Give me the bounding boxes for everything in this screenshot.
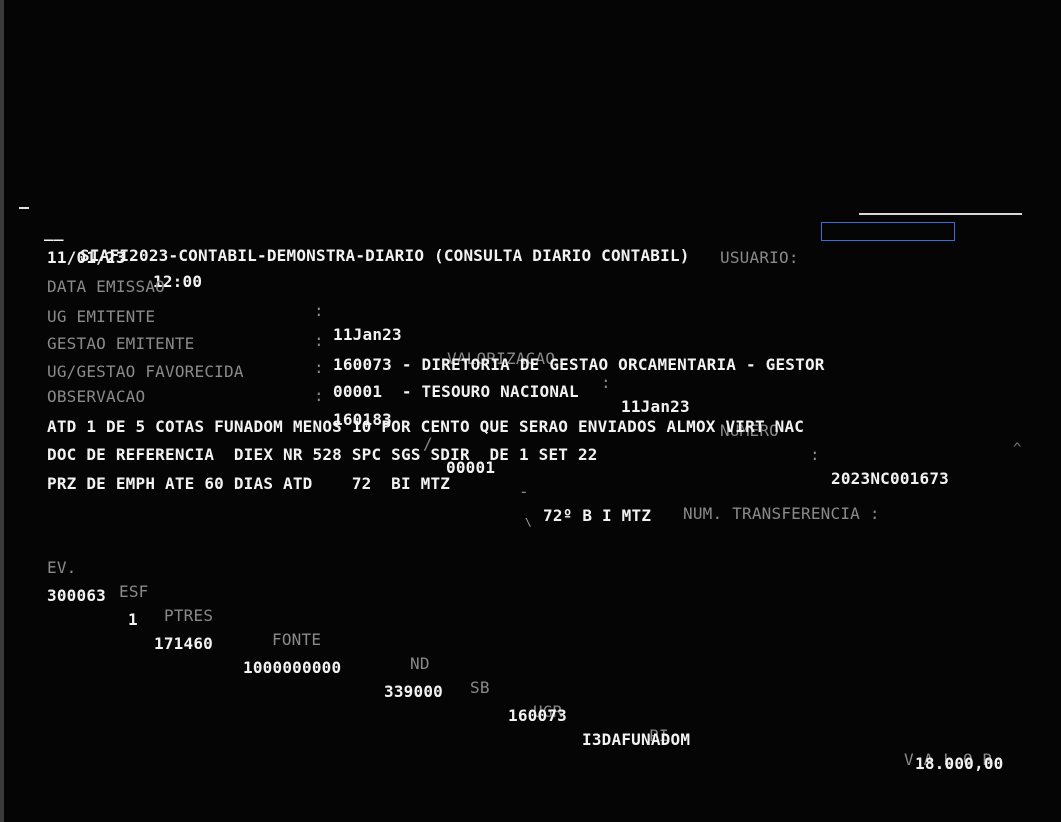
gestao-emitente-label: GESTAO EMITENTE <box>47 334 195 353</box>
observacao-label: OBSERVACAO <box>47 387 146 406</box>
scanned-terminal-screen: __ SIAFI2023-CONTABIL-DEMONSTRA-DIARIO (… <box>0 0 1061 822</box>
colon: : <box>314 331 324 350</box>
ug-emitente-value: 160073 - DIRETORIA DE GESTAO ORCAMENTARI… <box>333 355 825 374</box>
transferencia-row: NUM. TRANSFERENCIA : <box>0 478 879 523</box>
title-row: __ SIAFI2023-CONTABIL-DEMONSTRA-DIARIO (… <box>0 196 689 265</box>
cell-fonte: 1000000000 <box>243 658 342 677</box>
col-header-nd: ND <box>410 654 430 673</box>
colon: : <box>810 445 820 464</box>
siafi-terminal: __ SIAFI2023-CONTABIL-DEMONSTRA-DIARIO (… <box>0 0 1061 822</box>
user-label-row: USUARIO: <box>0 222 798 267</box>
dash: - <box>519 482 529 501</box>
page-title: SIAFI2023-CONTABIL-DEMONSTRA-DIARIO (CON… <box>80 246 690 265</box>
table-header: EV. ESF PTRES FONTE ND SB UGR PI V A L O… <box>0 532 992 769</box>
cell-ptres: 171460 <box>154 634 213 653</box>
observacao-row: OBSERVACAO <box>0 361 145 406</box>
observacao-line: ATD 1 DE 5 COTAS FUNADOM MENOS 10 POR CE… <box>0 391 804 436</box>
colon: : <box>314 358 324 377</box>
cell-valor: 18.000,00 <box>915 754 1004 773</box>
observacao-line-2: DOC DE REFERENCIA DIEX NR 528 SPC SGS SD… <box>47 445 598 464</box>
observacao-line-1: ATD 1 DE 5 COTAS FUNADOM MENOS 10 POR CE… <box>47 417 805 436</box>
tick-mark: \ <box>525 516 532 529</box>
title-underline <box>859 213 1022 215</box>
user-label: USUARIO: <box>720 248 799 267</box>
transferencia-label: NUM. TRANSFERENCIA : <box>683 504 880 523</box>
cell-ugr: 160073 <box>508 706 567 725</box>
col-header-ptres: PTRES <box>164 606 214 625</box>
data-emissao-value: 11Jan23 <box>333 325 402 344</box>
favorecida-name: 72º B I MTZ <box>543 506 652 525</box>
cell-ev: 300063 <box>47 586 106 605</box>
gestao-emitente-value: 00001 - TESOURO NACIONAL <box>333 382 579 401</box>
colon: : <box>314 301 324 320</box>
data-emissao-row: DATA EMISSAO : 11Jan23 VALORIZACAO : 11J… <box>0 251 949 488</box>
user-input[interactable] <box>821 222 955 241</box>
ug-favorecida-row: UG/GESTAO FAVORECIDA : 160183 / 00001 - … <box>0 336 651 525</box>
colon: : <box>314 386 324 405</box>
ug-favorecida-label: UG/GESTAO FAVORECIDA <box>47 362 244 381</box>
cell-pi: I3DAFUNADOM <box>582 730 691 749</box>
observacao-line: PRZ DE EMPH ATE 60 DIAS ATD 72 BI MTZ <box>0 448 450 493</box>
scroll-caret-icon: ^ <box>1013 441 1022 457</box>
col-header-fonte: FONTE <box>272 630 322 649</box>
observacao-line-3: PRZ DE EMPH ATE 60 DIAS ATD 72 BI MTZ <box>47 474 451 493</box>
ug-emitente-label: UG EMITENTE <box>47 307 156 326</box>
observacao-line: DOC DE REFERENCIA DIEX NR 528 SPC SGS SD… <box>0 419 597 464</box>
numero-value: 2023NC001673 <box>831 469 949 488</box>
cell-esf: 1 <box>128 610 138 629</box>
ug-emitente-row: UG EMITENTE : 160073 - DIRETORIA DE GEST… <box>0 281 824 374</box>
col-header-sb: SB <box>470 678 490 697</box>
data-emissao-label: DATA EMISSAO <box>47 277 165 296</box>
table-row: 300063 1 171460 1000000000 339000 160073… <box>0 560 1003 773</box>
cell-nd: 339000 <box>384 682 443 701</box>
col-header-esf: ESF <box>119 582 149 601</box>
gestao-emitente-row: GESTAO EMITENTE : 00001 - TESOURO NACION… <box>0 308 579 401</box>
